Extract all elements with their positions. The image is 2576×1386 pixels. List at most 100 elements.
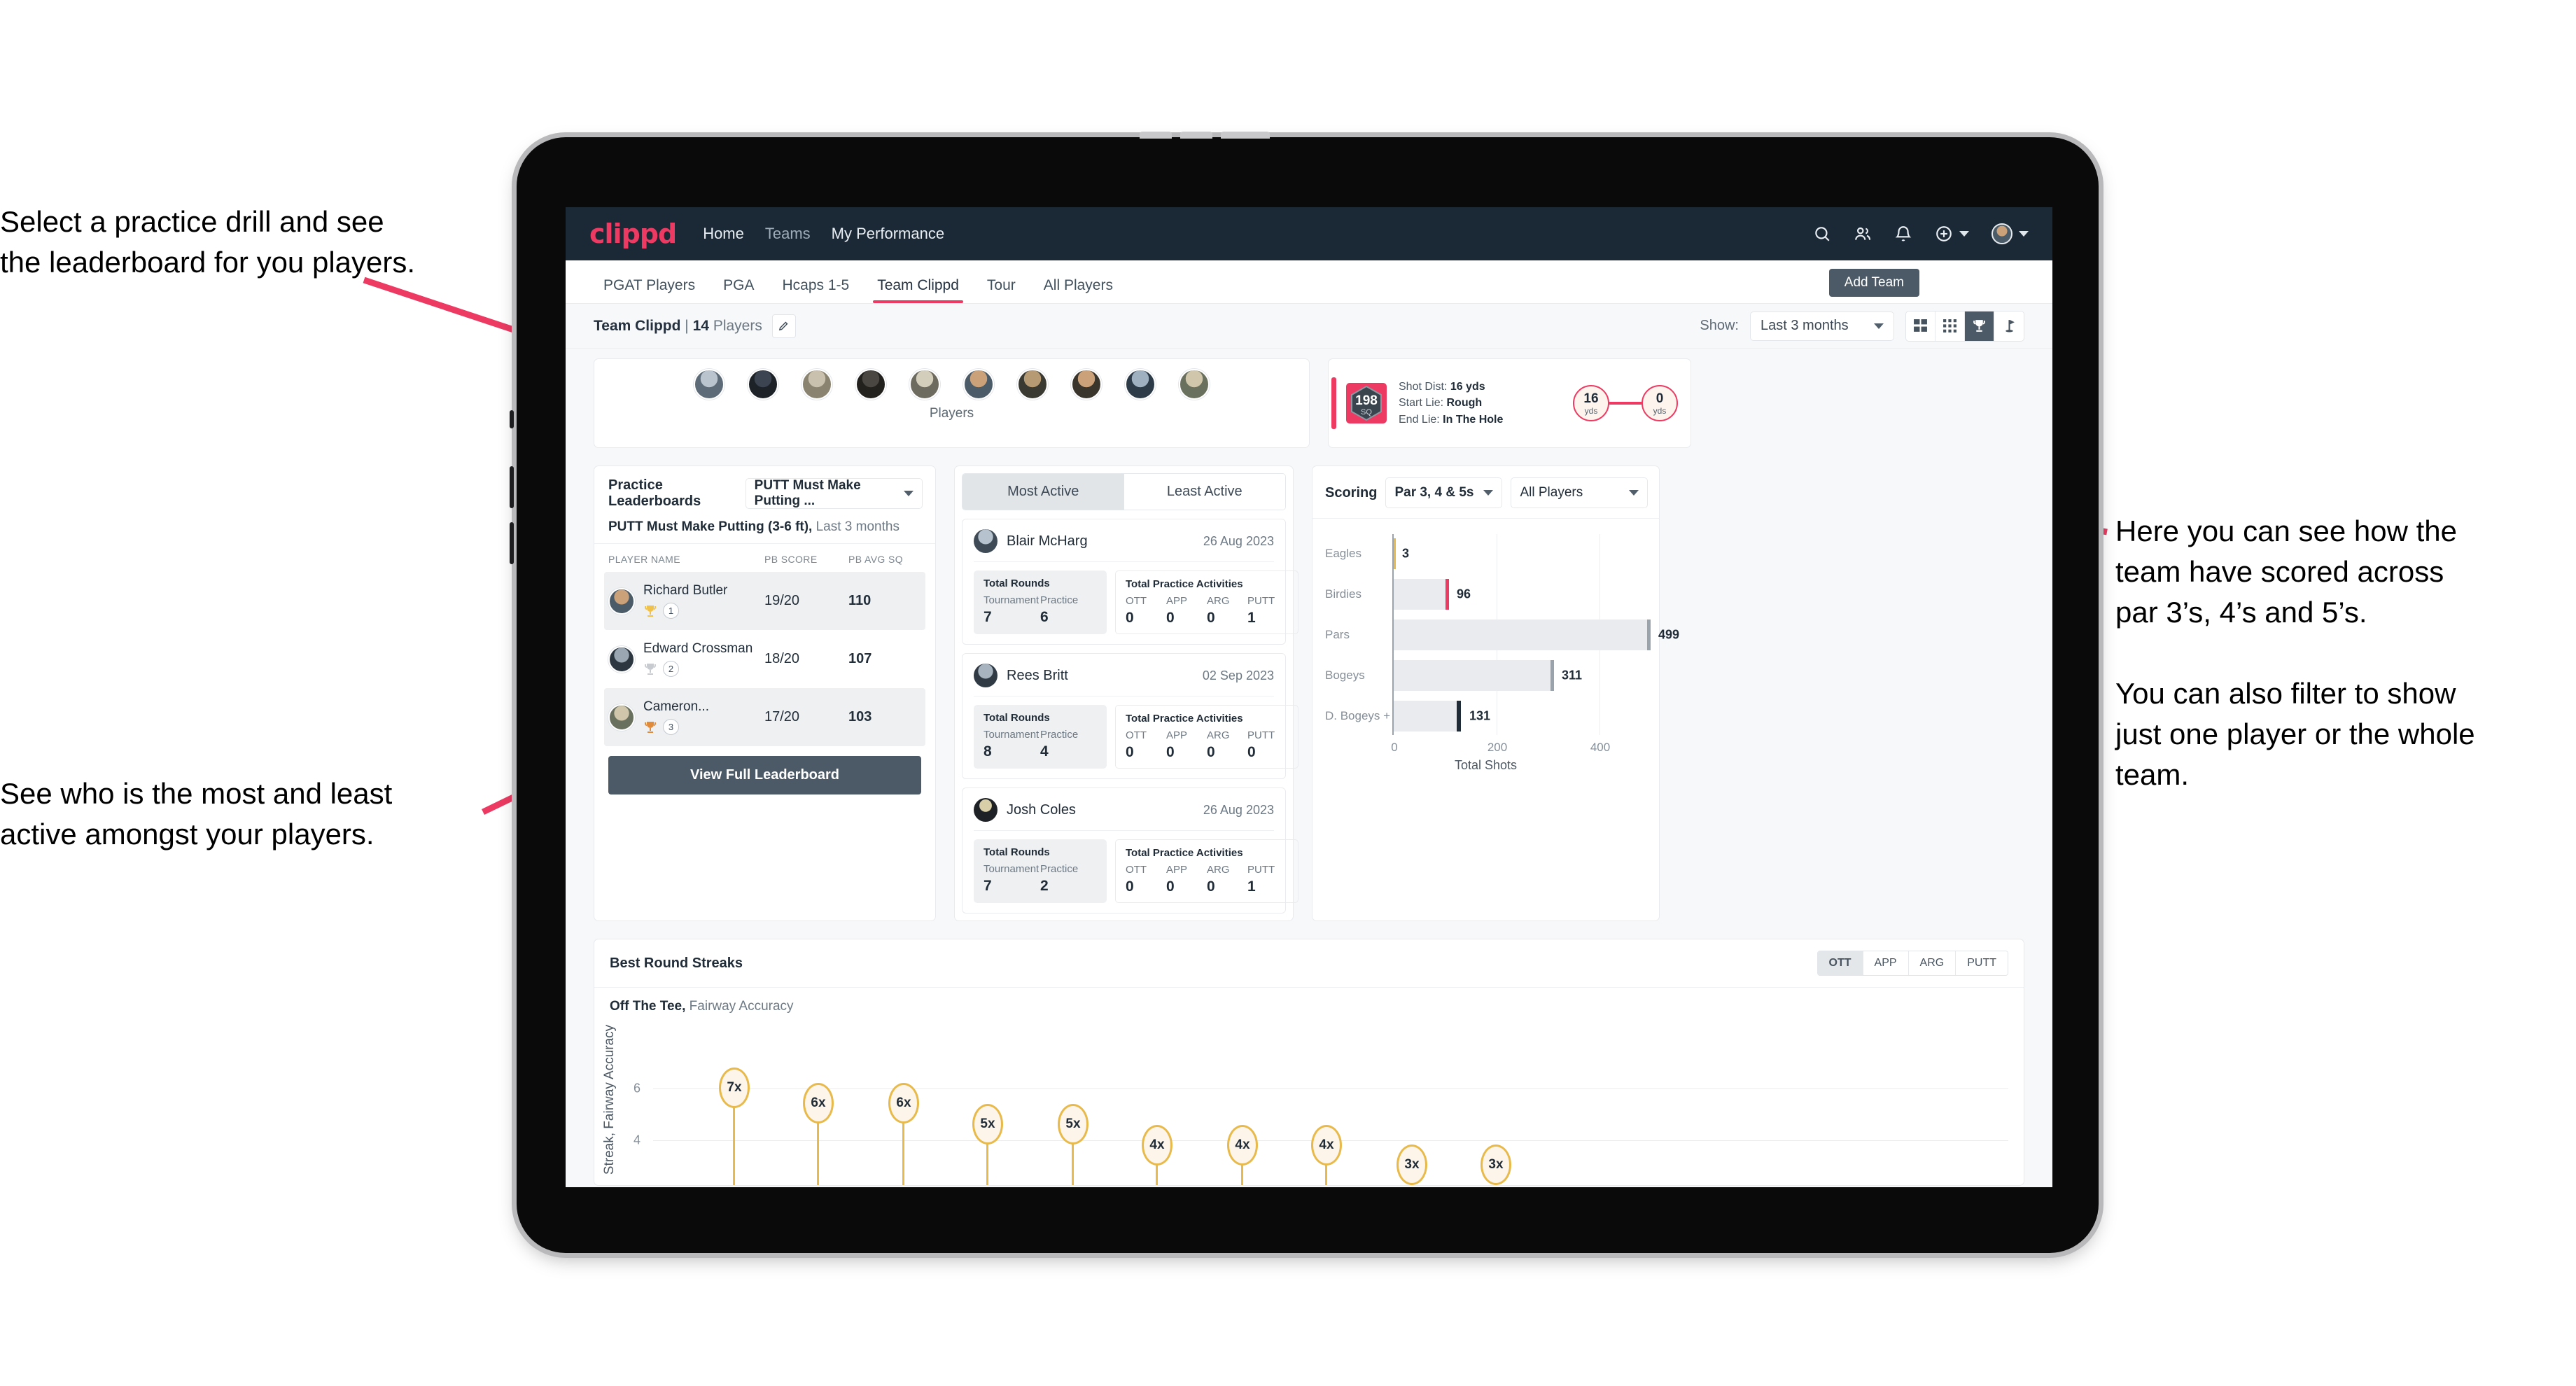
tab-pgat-players[interactable]: PGAT Players (589, 277, 709, 303)
bell-icon[interactable] (1894, 225, 1912, 243)
trophy-icon-button[interactable] (1965, 311, 1994, 341)
table-row[interactable]: Richard Butler 1 19/20 110 (604, 572, 925, 630)
activity-player-card[interactable]: Rees Britt 02 Sep 2023 Total Rounds Tour… (962, 653, 1298, 779)
plus-circle-icon[interactable] (1935, 225, 1953, 243)
grid-large-icon-button[interactable] (1906, 311, 1935, 341)
practice-activities-title: Total Practice Activities (1126, 578, 1243, 590)
end-lie-line: End Lie: In The Hole (1399, 412, 1503, 428)
view-full-leaderboard-button[interactable]: View Full Leaderboard (608, 756, 921, 794)
grid-large-icon (1914, 319, 1927, 332)
drill-subtitle-name: PUTT Must Make Putting (3-6 ft), (608, 519, 813, 534)
streak-bubble[interactable]: 3x (1396, 1144, 1427, 1185)
streak-bubble[interactable]: 4x (1311, 1125, 1342, 1166)
table-row[interactable]: Cameron... 3 17/20 103 (604, 688, 925, 746)
drill-subtitle-range: Last 3 months (816, 519, 899, 534)
practice-activities-values: 0 0 0 1 (1126, 878, 1288, 895)
avatar[interactable] (1017, 369, 1048, 400)
streak-bubble[interactable]: 6x (803, 1083, 834, 1124)
segment-arg[interactable]: ARG (1908, 951, 1956, 975)
avatar[interactable] (1125, 369, 1156, 400)
streak-bubble[interactable]: 5x (972, 1104, 1003, 1144)
navlink-home[interactable]: Home (703, 225, 744, 243)
tab-pga[interactable]: PGA (709, 277, 768, 303)
avatar[interactable] (1991, 223, 2012, 244)
streak-bubble[interactable]: 4x (1227, 1125, 1258, 1166)
avatar[interactable] (1071, 369, 1102, 400)
total-rounds-block: Total Rounds Tournament Practice 7 6 (974, 570, 1107, 634)
streak-category-toggle: OTT APP ARG PUTT (1816, 951, 2008, 976)
activity-date: 02 Sep 2023 (1202, 668, 1274, 682)
rounds-header-tournament: Tournament (983, 729, 1040, 741)
activity-player-card[interactable]: Blair McHarg 26 Aug 2023 Total Rounds To… (962, 519, 1298, 645)
bar-bogeys: 311 (1394, 660, 1582, 691)
add-menu[interactable] (1935, 225, 1969, 243)
edit-team-button[interactable] (771, 314, 796, 338)
activity-date: 26 Aug 2023 (1203, 802, 1274, 817)
segment-app[interactable]: APP (1863, 951, 1909, 975)
practice-activities-block: Total Practice Activities OTT APP ARG PU… (1115, 839, 1298, 903)
streak-bubble[interactable]: 7x (719, 1068, 750, 1108)
pb-avg-sq: 110 (848, 593, 872, 608)
table-row[interactable]: Edward Crossman 2 18/20 107 (604, 630, 925, 688)
act-header-arg: ARG (1207, 595, 1230, 607)
y-tick-bogeys: Bogeys (1325, 668, 1365, 682)
player-name: Cameron... (643, 699, 709, 714)
avatar[interactable] (694, 369, 724, 400)
avatar[interactable] (1179, 369, 1210, 400)
segment-ott[interactable]: OTT (1817, 951, 1863, 975)
streak-bubble[interactable]: 6x (888, 1083, 919, 1124)
y-tick-4: 4 (634, 1133, 641, 1147)
avatar[interactable] (909, 369, 940, 400)
streak-bubble[interactable]: 3x (1480, 1144, 1511, 1185)
date-range-select[interactable]: Last 3 months (1750, 311, 1894, 341)
drill-select[interactable]: PUTT Must Make Putting ... (745, 478, 923, 509)
tab-tour[interactable]: Tour (973, 277, 1030, 303)
avatar[interactable] (748, 369, 778, 400)
tablet-button-volume-up (510, 466, 514, 508)
rounds-header-practice: Practice (1040, 863, 1079, 875)
rank-badge: 2 (663, 661, 679, 677)
top-navbar: clippd Home Teams My Performance (566, 207, 2052, 260)
avatar[interactable] (802, 369, 832, 400)
tab-hcaps-1-5[interactable]: Hcaps 1-5 (768, 277, 863, 303)
navlink-my-performance[interactable]: My Performance (832, 225, 944, 243)
streak-bubble[interactable]: 4x (1142, 1125, 1172, 1166)
tab-all-players[interactable]: All Players (1030, 277, 1127, 303)
activity-player-card[interactable]: Josh Coles 26 Aug 2023 Total Rounds Tour… (962, 788, 1298, 913)
avatar (608, 704, 635, 731)
total-rounds-title: Total Rounds (983, 846, 1050, 858)
rounds-header-tournament: Tournament (983, 594, 1040, 606)
add-team-button[interactable]: Add Team (1828, 269, 1919, 297)
avatar (974, 664, 997, 687)
navlink-teams[interactable]: Teams (765, 225, 811, 243)
avatar[interactable] (855, 369, 886, 400)
tab-most-active[interactable]: Most Active (962, 474, 1124, 510)
practice-activities-block: Total Practice Activities OTT APP ARG PU… (1115, 705, 1298, 769)
pencil-icon (779, 321, 788, 331)
practice-leaderboards-header: Practice Leaderboards PUTT Must Make Put… (594, 466, 935, 519)
profile-menu[interactable] (1991, 223, 2029, 244)
player-filter-select[interactable]: All Players (1511, 477, 1648, 508)
practice-activities-title: Total Practice Activities (1126, 847, 1243, 859)
rounds-value-tournament: 8 (983, 743, 992, 760)
search-icon[interactable] (1813, 225, 1831, 243)
avatar[interactable] (963, 369, 994, 400)
drill-subtitle: PUTT Must Make Putting (3-6 ft), Last 3 … (594, 519, 935, 544)
activity-tab-group: Most Active Least Active (962, 473, 1286, 510)
tab-team-clippd[interactable]: Team Clippd (863, 277, 973, 303)
flag-icon-button[interactable] (1994, 312, 2024, 341)
grid-small-icon-button[interactable] (1935, 311, 1965, 341)
segment-putt[interactable]: PUTT (1956, 951, 2008, 975)
par-filter-select[interactable]: Par 3, 4 & 5s (1385, 477, 1503, 508)
act-value-app: 0 (1166, 878, 1175, 895)
tab-least-active[interactable]: Least Active (1124, 474, 1285, 510)
y-tick-birdies: Birdies (1325, 587, 1362, 601)
avatar (974, 798, 997, 822)
total-rounds-title: Total Rounds (983, 578, 1050, 589)
streak-bubble[interactable]: 5x (1058, 1104, 1088, 1144)
row-middle: Practice Leaderboards PUTT Must Make Put… (594, 465, 2024, 921)
players-card: Players (594, 358, 1310, 448)
people-icon[interactable] (1854, 225, 1872, 243)
clippd-logo[interactable]: clippd (589, 218, 677, 249)
bar-value-pars: 499 (1658, 627, 1680, 642)
